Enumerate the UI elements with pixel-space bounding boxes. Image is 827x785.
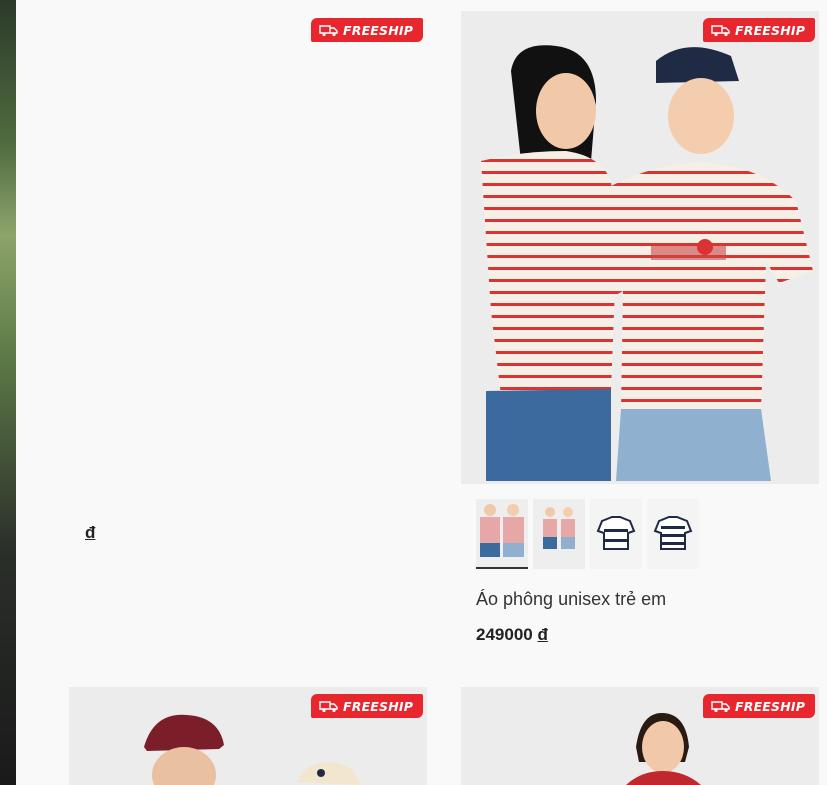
freeship-label: FREESHIP (735, 22, 806, 38)
product-card[interactable]: FREESHIP (69, 687, 427, 785)
delivery-truck-icon (711, 24, 730, 36)
thumbnail-pair-front[interactable] (476, 499, 528, 569)
product-image[interactable] (461, 11, 819, 484)
delivery-truck-icon (711, 700, 730, 712)
freeship-label: FREESHIP (735, 698, 806, 714)
thumbnail-tee-navy-stripe-back[interactable] (647, 499, 699, 569)
product-title[interactable]: Áo phông unisex trẻ em (476, 589, 666, 610)
freeship-badge: FREESHIP (703, 694, 816, 718)
color-thumbnails (476, 499, 699, 569)
price-currency: đ (85, 523, 96, 542)
price-currency: đ (537, 625, 548, 644)
price-value: 249000 (476, 625, 533, 644)
product-image[interactable] (69, 11, 427, 484)
banner-image-edge (0, 0, 16, 785)
product-card[interactable]: FREESHIP đ (69, 11, 427, 671)
product-card[interactable]: FREESHIP (461, 687, 819, 785)
delivery-truck-icon (319, 24, 338, 36)
freeship-label: FREESHIP (343, 22, 414, 38)
freeship-badge: FREESHIP (703, 18, 816, 42)
product-price: 249000 đ (476, 625, 548, 645)
kids-striped-tee-photo (461, 11, 819, 484)
freeship-badge: FREESHIP (311, 18, 424, 42)
delivery-truck-icon (319, 700, 338, 712)
thumbnail-tee-navy-stripe[interactable] (590, 499, 642, 569)
freeship-badge: FREESHIP (311, 694, 424, 718)
product-card[interactable]: FREESHIP Áo phông unisex trẻ em 249000 đ (461, 11, 819, 671)
freeship-label: FREESHIP (343, 698, 414, 714)
thumbnail-pair-full[interactable] (533, 499, 585, 569)
product-price: đ (85, 523, 95, 543)
